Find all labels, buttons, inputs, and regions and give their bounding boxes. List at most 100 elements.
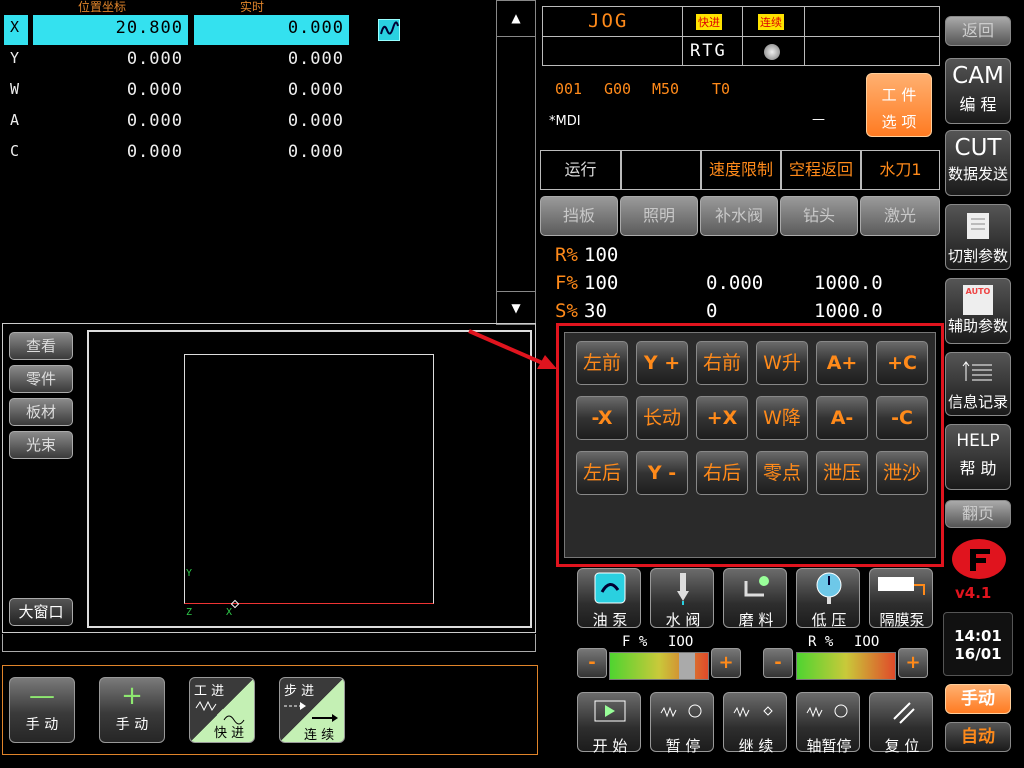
abrasive-icon [744,576,769,597]
jog-a-plus-button[interactable]: A+ [816,341,868,385]
info-log-button[interactable]: 信息记录 [945,352,1011,416]
f-rate-minus-button[interactable]: - [577,648,607,678]
message-bar [2,634,536,652]
jog-x-plus-button[interactable]: +X [696,396,748,440]
work-option-button[interactable]: 工 件 选 项 [866,73,932,137]
manual-plus-label: 手 动 [115,717,149,733]
annotation-arrow-icon [468,329,557,369]
lighting-button[interactable]: 照明 [620,196,698,236]
jog-release-sand-button[interactable]: 泄沙 [876,451,928,495]
reset-icon [893,702,915,724]
aux-param-button[interactable]: AUTO 辅助参数 [945,278,1011,344]
cut-top-label: CUT [954,135,1002,161]
axis-realtime-y: 0.000 [287,49,344,69]
resume-button[interactable]: 继 续 [723,692,787,755]
preview-y-label: Y [186,568,193,579]
coord-scrollbar[interactable]: ▲ ▼ [496,0,536,325]
resume-icon [733,706,773,718]
auto-mode-button[interactable]: 自动 [945,722,1011,752]
real-header: 实时 [240,0,265,14]
jog-c-minus-button[interactable]: -C [876,396,928,440]
m-code: M50 [652,80,680,98]
drill-button[interactable]: 钻头 [780,196,858,236]
abrasive-button[interactable]: 磨 料 [723,568,787,629]
cut-button[interactable]: CUT 数据发送 [945,130,1011,196]
oil-pump-button[interactable]: 油 泵 [577,568,641,629]
play-icon [594,700,626,722]
water-valve-button[interactable]: 水 阀 [650,568,714,629]
help-bottom-label: 帮 助 [959,459,997,478]
laser-button[interactable]: 激光 [860,196,940,236]
resume-label: 继 续 [738,737,774,755]
jog-front-right-button[interactable]: 右前 [696,341,748,385]
baffle-button[interactable]: 挡板 [540,196,618,236]
s-position: 0 [706,300,718,322]
tab-view[interactable]: 查看 [9,332,73,360]
jog-release-pressure-button[interactable]: 泄压 [816,451,868,495]
axis-pause-icon [806,704,848,718]
tab-sheet[interactable]: 板材 [9,398,73,426]
f-percent-value: 100 [584,272,619,294]
plus-icon: + [121,681,143,711]
jog-zero-point-button[interactable]: 零点 [756,451,808,495]
info-log-label: 信息记录 [947,393,1008,411]
jog-back-right-button[interactable]: 右后 [696,451,748,495]
help-top-label: HELP [956,431,1000,451]
diaphragm-icon [878,577,925,595]
reset-label: 复 位 [884,737,920,755]
scroll-down-icon[interactable]: ▼ [497,291,535,325]
help-button[interactable]: HELP 帮 助 [945,424,1011,490]
scroll-up-icon[interactable]: ▲ [497,1,535,37]
cam-button[interactable]: CAM 编 程 [945,58,1011,124]
jog-back-left-button[interactable]: 左后 [576,451,628,495]
oil-pump-label: 油 泵 [592,611,628,629]
cut-param-button[interactable]: 切割参数 [945,204,1011,270]
diaphragm-pump-button[interactable]: 隔膜泵 [869,568,933,629]
jog-w-down-button[interactable]: W降 [756,396,808,440]
r-rate-minus-button[interactable]: - [763,648,793,678]
water-valve-label: 水 阀 [665,611,701,629]
clock-time: 14:01 [954,627,1002,645]
f-rate-plus-button[interactable]: + [711,648,741,678]
big-window-button[interactable]: 大窗口 [9,598,73,626]
back-button[interactable]: 返回 [945,16,1011,46]
f-percent-label: F% [555,272,578,294]
jog-continuous-button[interactable]: 长动 [636,396,688,440]
f-rate-slider-knob[interactable] [679,653,695,679]
page-button[interactable]: 翻页 [945,500,1011,528]
jog-a-minus-button[interactable]: A- [816,396,868,440]
r-rate-plus-button[interactable]: + [898,648,928,678]
start-button[interactable]: 开 始 [577,692,641,755]
feed-label: 工 进 [194,684,225,699]
bottom-left-panel [2,665,538,755]
feed-rapid-toggle[interactable]: 工 进 快 进 [189,677,255,743]
axis-realtime-x: 0.000 [287,18,344,38]
pause-button[interactable]: 暂 停 [650,692,714,755]
jog-w-up-button[interactable]: W升 [756,341,808,385]
tab-beam[interactable]: 光束 [9,431,73,459]
auto-doc-icon: AUTO [963,285,993,315]
r-rate-slider[interactable] [796,652,896,680]
f-rate-slider[interactable] [609,652,709,680]
cut-param-label: 切割参数 [947,247,1008,265]
waveform-icon[interactable] [378,19,400,41]
step-continuous-toggle[interactable]: 步 进 连 续 [279,677,345,743]
jog-y-plus-button[interactable]: Y + [636,341,688,385]
manual-mode-button[interactable]: 手动 [945,684,1011,714]
low-pressure-button[interactable]: 低 压 [796,568,860,629]
axis-pause-button[interactable]: 轴暂停 [796,692,860,755]
manual-minus-button[interactable]: — 手 动 [9,677,75,743]
tab-part[interactable]: 零件 [9,365,73,393]
reset-button[interactable]: 复 位 [869,692,933,755]
f-rate-label: F % [622,634,648,650]
jog-front-left-button[interactable]: 左前 [576,341,628,385]
jog-x-minus-button[interactable]: -X [576,396,628,440]
jog-c-plus-button[interactable]: +C [876,341,928,385]
preview-x-label: X [226,607,233,618]
gauge-icon [816,572,842,604]
water-refill-button[interactable]: 补水阀 [700,196,778,236]
continuous-label: 连 续 [304,728,335,743]
manual-plus-button[interactable]: + 手 动 [99,677,165,743]
jog-y-minus-button[interactable]: Y - [636,451,688,495]
r-rate-value: IOO [854,634,880,650]
